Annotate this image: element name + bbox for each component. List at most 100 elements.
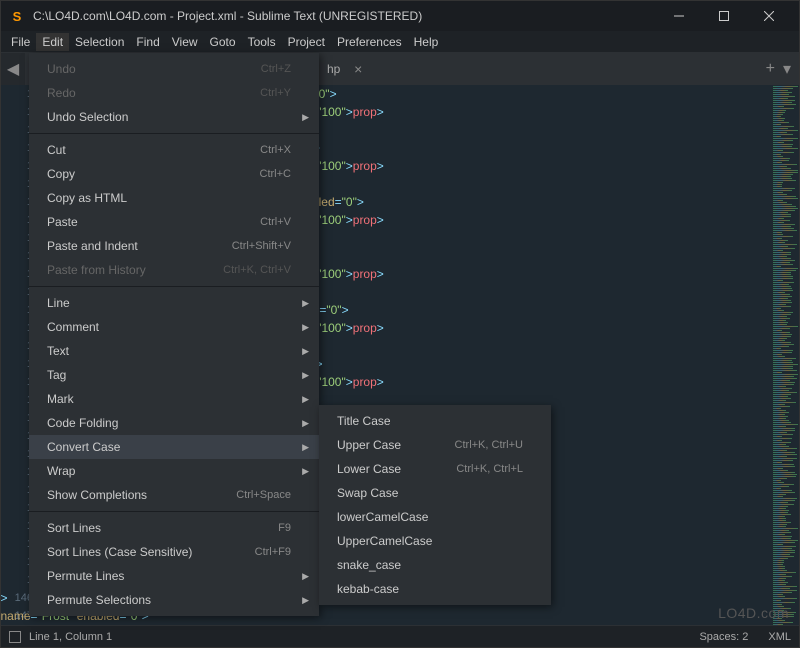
menu-item-label: Show Completions xyxy=(47,488,147,502)
menu-item-cut[interactable]: Cut Ctrl+X xyxy=(29,138,319,162)
menu-item-label: Copy as HTML xyxy=(47,191,127,205)
tab-close-icon[interactable]: × xyxy=(354,61,362,77)
menu-item-sort-lines-case-sensitive-[interactable]: Sort Lines (Case Sensitive)Ctrl+F9 xyxy=(29,540,319,564)
menu-separator xyxy=(29,133,319,134)
menu-item-convert-case[interactable]: Convert Case▶ xyxy=(29,435,319,459)
tab-label: hp xyxy=(327,62,340,76)
submenu-item-swap-case[interactable]: Swap Case xyxy=(319,481,551,505)
watermark: LO4D.com xyxy=(718,605,789,621)
menu-shortcut: Ctrl+C xyxy=(260,168,291,180)
menu-item-comment[interactable]: Comment▶ xyxy=(29,315,319,339)
menu-preferences[interactable]: Preferences xyxy=(331,33,408,51)
submenu-arrow-icon: ▶ xyxy=(302,418,309,429)
menu-separator xyxy=(29,286,319,287)
menu-selection[interactable]: Selection xyxy=(69,33,130,51)
menu-item-wrap[interactable]: Wrap▶ xyxy=(29,459,319,483)
tab-dropdown-icon[interactable]: ▾ xyxy=(783,59,791,79)
menu-item-paste-from-history: Paste from HistoryCtrl+K, Ctrl+V xyxy=(29,258,319,282)
menu-help[interactable]: Help xyxy=(408,33,445,51)
menu-item-label: Line xyxy=(47,296,70,310)
syntax-indicator[interactable]: XML xyxy=(768,631,791,643)
submenu-arrow-icon: ▶ xyxy=(302,595,309,606)
minimize-button[interactable] xyxy=(656,1,701,31)
submenu-item-lower-case[interactable]: Lower CaseCtrl+K, Ctrl+L xyxy=(319,457,551,481)
menu-item-redo: RedoCtrl+Y xyxy=(29,81,319,105)
submenu-arrow-icon: ▶ xyxy=(302,442,309,453)
menu-item-label: Cut xyxy=(47,143,66,157)
submenu-item-upper-case[interactable]: Upper Case Ctrl+K, Ctrl+U xyxy=(319,433,551,457)
menu-item-code-folding[interactable]: Code Folding ▶ xyxy=(29,411,319,435)
menu-edit[interactable]: Edit xyxy=(36,33,69,51)
menu-item-label: Paste xyxy=(47,215,78,229)
menu-item-label: Text xyxy=(47,344,69,358)
menu-item-label: UpperCamelCase xyxy=(337,534,432,548)
menu-item-label: Swap Case xyxy=(337,486,398,500)
tab-history-back[interactable]: ◀ xyxy=(1,53,25,85)
edit-menu-dropdown: UndoCtrl+ZRedoCtrl+YUndo Selection▶CutCt… xyxy=(29,53,319,616)
menu-shortcut: Ctrl+Shift+V xyxy=(232,240,291,252)
menu-item-show-completions[interactable]: Show CompletionsCtrl+Space xyxy=(29,483,319,507)
new-tab-icon[interactable]: + xyxy=(766,60,775,78)
window-title: C:\LO4D.com\LO4D.com - Project.xml - Sub… xyxy=(33,9,656,23)
submenu-arrow-icon: ▶ xyxy=(302,112,309,123)
menu-tools[interactable]: Tools xyxy=(242,33,282,51)
menu-item-tag[interactable]: Tag▶ xyxy=(29,363,319,387)
titlebar: S C:\LO4D.com\LO4D.com - Project.xml - S… xyxy=(1,1,799,31)
menu-item-label: kebab-case xyxy=(337,582,399,596)
menu-item-label: Permute Selections xyxy=(47,593,151,607)
menu-find[interactable]: Find xyxy=(130,33,165,51)
menu-item-label: lowerCamelCase xyxy=(337,510,428,524)
menu-shortcut: Ctrl+K, Ctrl+L xyxy=(456,463,523,475)
submenu-item-uppercamelcase[interactable]: UpperCamelCase xyxy=(319,529,551,553)
indentation-indicator[interactable]: Spaces: 2 xyxy=(699,631,748,643)
submenu-item-snake-case[interactable]: snake_case xyxy=(319,553,551,577)
menu-shortcut: Ctrl+Y xyxy=(260,87,291,99)
menu-item-sort-lines[interactable]: Sort Lines F9 xyxy=(29,516,319,540)
cursor-position[interactable]: Line 1, Column 1 xyxy=(29,631,112,643)
submenu-item-title-case[interactable]: Title Case xyxy=(319,409,551,433)
file-tab[interactable]: hp × xyxy=(315,53,370,85)
menu-file[interactable]: File xyxy=(5,33,36,51)
menu-item-text[interactable]: Text ▶ xyxy=(29,339,319,363)
menu-item-label: snake_case xyxy=(337,558,401,572)
statusbar: Line 1, Column 1 Spaces: 2 XML xyxy=(1,625,799,647)
menu-item-paste-and-indent[interactable]: Paste and IndentCtrl+Shift+V xyxy=(29,234,319,258)
menu-item-paste[interactable]: PasteCtrl+V xyxy=(29,210,319,234)
menu-separator xyxy=(29,511,319,512)
menu-shortcut: Ctrl+X xyxy=(260,144,291,156)
menu-item-permute-lines[interactable]: Permute Lines▶ xyxy=(29,564,319,588)
minimap[interactable] xyxy=(771,85,799,625)
close-button[interactable] xyxy=(746,1,791,31)
panel-toggle-icon[interactable] xyxy=(9,631,21,643)
menu-shortcut: Ctrl+Z xyxy=(261,63,291,75)
submenu-arrow-icon: ▶ xyxy=(302,346,309,357)
menu-item-mark[interactable]: Mark▶ xyxy=(29,387,319,411)
menu-item-label: Sort Lines (Case Sensitive) xyxy=(47,545,192,559)
menu-item-label: Code Folding xyxy=(47,416,118,430)
convert-case-submenu: Title Case Upper Case Ctrl+K, Ctrl+U Lower … xyxy=(319,405,551,605)
menu-shortcut: F9 xyxy=(278,522,291,534)
menu-item-line[interactable]: Line ▶ xyxy=(29,291,319,315)
submenu-item-lowercamelcase[interactable]: lowerCamelCase xyxy=(319,505,551,529)
menu-item-label: Sort Lines xyxy=(47,521,101,535)
tabbar-right: + ▾ xyxy=(766,59,799,79)
menu-view[interactable]: View xyxy=(166,33,204,51)
menu-item-label: Undo Selection xyxy=(47,110,128,124)
submenu-arrow-icon: ▶ xyxy=(302,322,309,333)
menu-shortcut: Ctrl+K, Ctrl+U xyxy=(455,439,523,451)
menu-item-label: Upper Case xyxy=(337,438,401,452)
submenu-item-kebab-case[interactable]: kebab-case xyxy=(319,577,551,601)
menu-item-permute-selections[interactable]: Permute Selections ▶ xyxy=(29,588,319,612)
menu-project[interactable]: Project xyxy=(282,33,331,51)
submenu-arrow-icon: ▶ xyxy=(302,298,309,309)
menu-goto[interactable]: Goto xyxy=(204,33,242,51)
menubar: FileEditSelectionFindViewGotoToolsProjec… xyxy=(1,31,799,53)
maximize-button[interactable] xyxy=(701,1,746,31)
menu-item-copy-as-html[interactable]: Copy as HTML xyxy=(29,186,319,210)
menu-item-undo-selection[interactable]: Undo Selection ▶ xyxy=(29,105,319,129)
window-controls xyxy=(656,1,791,31)
app-window: S C:\LO4D.com\LO4D.com - Project.xml - S… xyxy=(0,0,800,648)
menu-item-copy[interactable]: CopyCtrl+C xyxy=(29,162,319,186)
app-icon: S xyxy=(9,8,25,24)
menu-item-label: Mark xyxy=(47,392,74,406)
